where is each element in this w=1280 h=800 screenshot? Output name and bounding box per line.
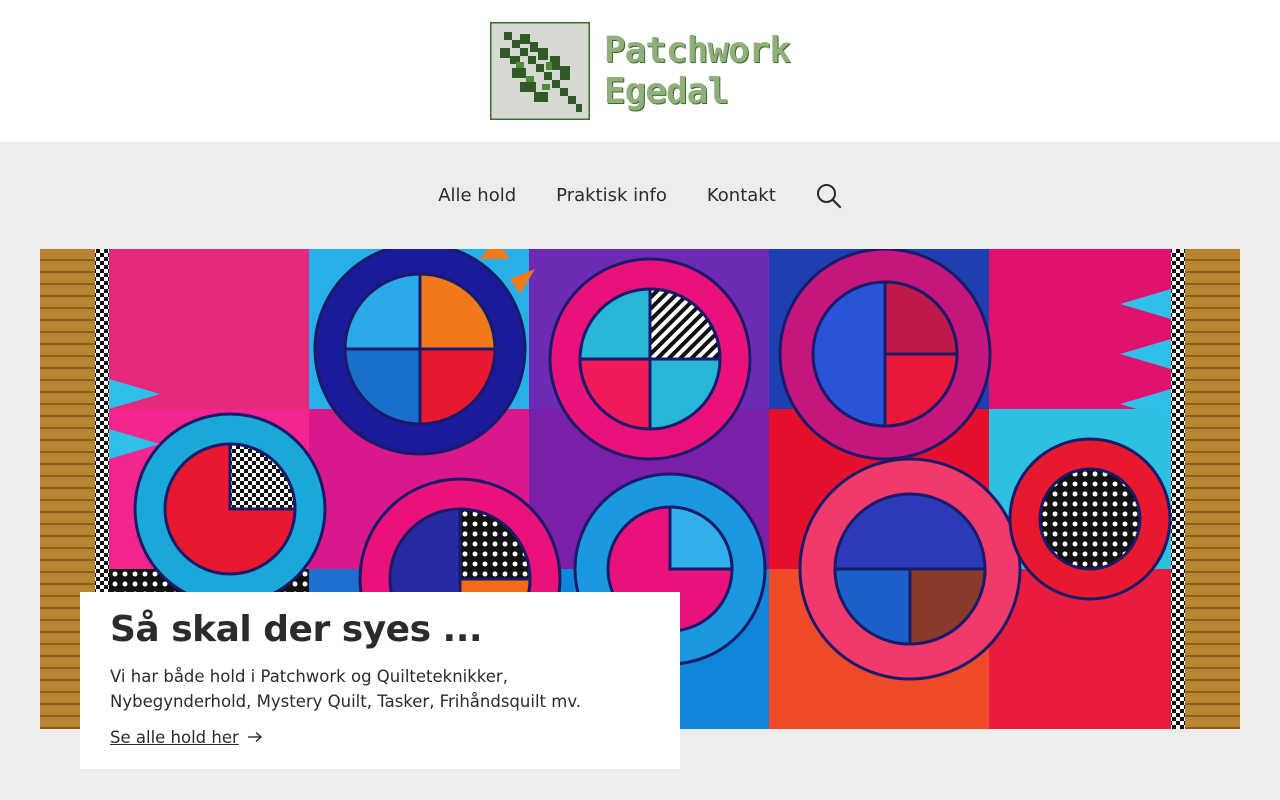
site-logo[interactable]: Patchwork Egedal: [489, 22, 791, 120]
nav-item-kontakt[interactable]: Kontakt: [707, 185, 776, 206]
hero-card: Så skal der syes ... Vi har både hold i …: [80, 592, 680, 769]
nav-item-praktisk-info[interactable]: Praktisk info: [556, 185, 667, 206]
search-button[interactable]: [816, 183, 842, 209]
search-icon: [816, 183, 841, 208]
oak-leaf-quilt-icon: [489, 22, 590, 120]
nav-item-alle-hold[interactable]: Alle hold: [438, 185, 516, 206]
site-header: Patchwork Egedal: [0, 0, 1280, 142]
see-all-classes-link[interactable]: Se alle hold her: [110, 728, 263, 747]
logo-wordmark: Patchwork Egedal: [603, 29, 791, 113]
logo-line-2: Egedal: [603, 71, 729, 112]
card-link-label: Se alle hold her: [110, 727, 239, 747]
arrow-right-icon: [247, 732, 262, 743]
main-nav: Alle hold Praktisk info Kontakt: [0, 142, 1280, 249]
card-description: Vi har både hold i Patchwork og Quiltete…: [110, 666, 582, 711]
logo-line-1: Patchwork: [603, 29, 791, 71]
card-title: Så skal der syes ...: [110, 609, 483, 650]
